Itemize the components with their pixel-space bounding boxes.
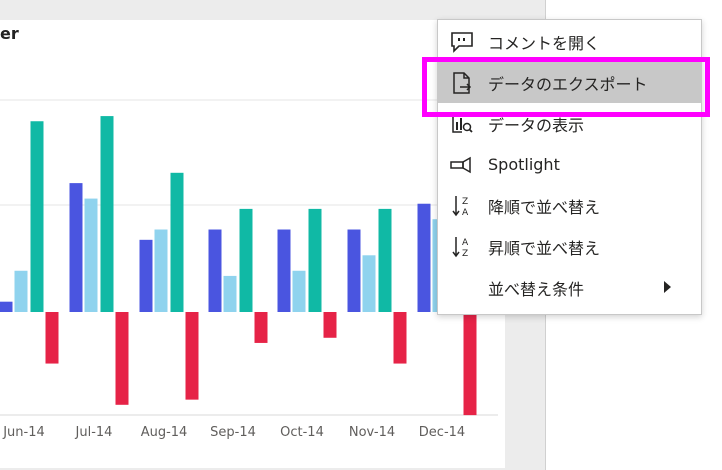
x-tick-label: Oct-14 <box>280 425 324 440</box>
menu-item-label: 昇順で並べ替え <box>488 238 601 258</box>
bar-Jun-14-series-2[interactable] <box>30 121 44 312</box>
x-tick-label: Jun-14 <box>2 425 45 440</box>
bar-Nov-14-series-2[interactable] <box>378 208 392 312</box>
bar-Aug-14-series-0[interactable] <box>139 239 153 312</box>
menu-item-sort-by[interactable]: 並べ替え条件 <box>438 267 701 308</box>
bar-Dec-14-series-0[interactable] <box>417 203 431 312</box>
menu-item-label: Spotlight <box>488 155 560 174</box>
menu-item-open-comments[interactable]: コメントを開く <box>438 21 701 62</box>
bar-Oct-14-series-0[interactable] <box>277 229 291 312</box>
x-tick-label: Aug-14 <box>141 425 188 440</box>
menu-item-sort-ascending[interactable]: AZ 昇順で並べ替え <box>438 226 701 267</box>
bar-Oct-14-series-2[interactable] <box>308 208 322 312</box>
bar-Aug-14-series-2[interactable] <box>170 172 184 312</box>
svg-text:Z: Z <box>462 249 468 259</box>
spotlight-icon <box>450 153 474 177</box>
x-tick-label: Sep-14 <box>210 425 256 440</box>
menu-item-label: 降順で並べ替え <box>488 197 601 217</box>
menu-item-label: 並べ替え条件 <box>488 279 585 299</box>
bar-Nov-14-series-3[interactable] <box>393 312 407 364</box>
menu-item-spotlight[interactable]: Spotlight <box>438 144 701 185</box>
menu-item-label: コメントを開く <box>488 33 601 53</box>
svg-text:Z: Z <box>462 197 468 207</box>
bar-Jun-14-series-3[interactable] <box>45 312 59 364</box>
bar-Dec-14-series-3[interactable] <box>463 312 477 416</box>
submenu-arrow-icon <box>664 281 671 293</box>
x-tick-label: Dec-14 <box>419 425 465 440</box>
x-tick-label: Jul-14 <box>75 425 113 440</box>
bar-Nov-14-series-1[interactable] <box>362 255 376 312</box>
bar-Nov-14-series-0[interactable] <box>347 229 361 312</box>
bar-Jun-14-series-1[interactable] <box>14 270 28 312</box>
svg-text:A: A <box>462 208 469 218</box>
bar-Jul-14-series-1[interactable] <box>84 198 98 312</box>
comment-icon <box>450 30 474 54</box>
bar-Oct-14-series-3[interactable] <box>323 312 337 338</box>
bar-Oct-14-series-1[interactable] <box>292 270 306 312</box>
bar-Sep-14-series-0[interactable] <box>208 229 222 312</box>
svg-text:A: A <box>462 238 469 248</box>
bar-Jul-14-series-2[interactable] <box>100 116 114 312</box>
bar-Sep-14-series-3[interactable] <box>254 312 268 343</box>
bar-Aug-14-series-1[interactable] <box>154 229 168 312</box>
bar-Jul-14-series-0[interactable] <box>69 183 83 312</box>
highlight-annotation-box <box>422 57 710 117</box>
bar-Aug-14-series-3[interactable] <box>185 312 199 400</box>
bar-Sep-14-series-1[interactable] <box>223 275 237 312</box>
bar-Jul-14-series-3[interactable] <box>115 312 129 405</box>
bar-Sep-14-series-2[interactable] <box>239 208 253 312</box>
x-tick-label: Nov-14 <box>349 425 395 440</box>
menu-item-sort-descending[interactable]: ZA 降順で並べ替え <box>438 185 701 226</box>
bar-Jun-14-series-0[interactable] <box>0 301 13 312</box>
sort-descending-icon: ZA <box>450 194 474 218</box>
sort-ascending-icon: AZ <box>450 235 474 259</box>
